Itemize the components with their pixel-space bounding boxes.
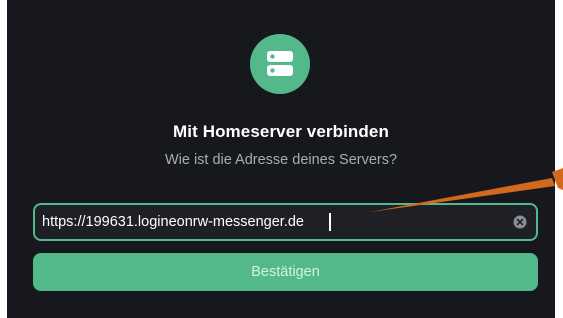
dialog-subtitle: Wie ist die Adresse deines Servers? xyxy=(164,152,398,168)
server-icon xyxy=(250,34,310,94)
confirm-button[interactable]: Bestätigen xyxy=(33,253,538,291)
server-address-value[interactable]: https://199631.logineonrw-messenger.de xyxy=(42,205,304,239)
dialog-title: Mit Homeserver verbinden xyxy=(173,122,389,141)
text-caret xyxy=(329,213,331,231)
server-address-input[interactable]: https://199631.logineonrw-messenger.de xyxy=(33,203,538,241)
homeserver-dialog: Mit Homeserver verbinden Wie ist die Adr… xyxy=(7,0,555,318)
clear-circle-icon[interactable] xyxy=(513,215,527,229)
